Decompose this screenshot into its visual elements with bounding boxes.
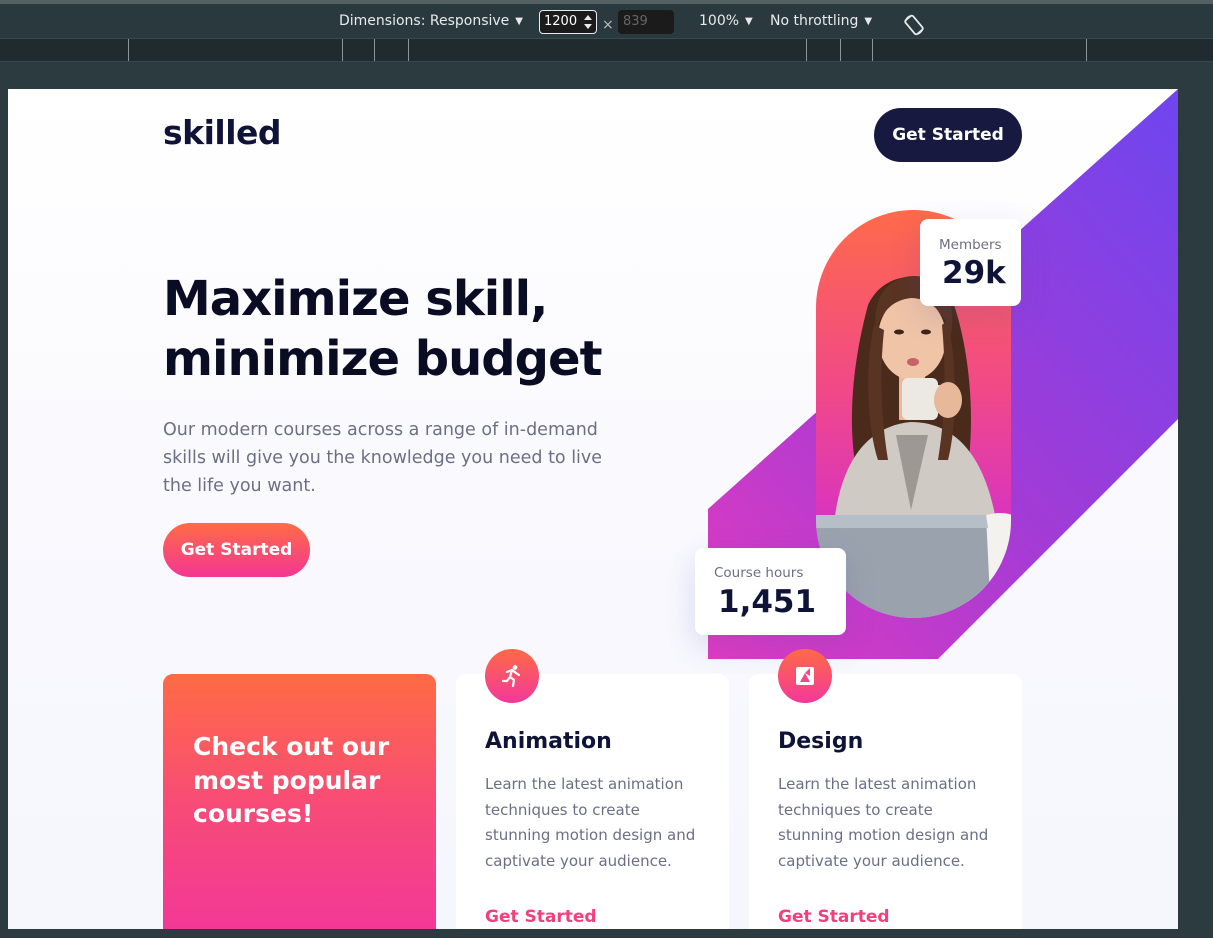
caret-down-icon: ▼ xyxy=(515,16,523,27)
hero-description: Our modern courses across a range of in-… xyxy=(163,420,603,496)
throttling-dropdown[interactable]: No throttling ▼ xyxy=(770,13,872,29)
zoom-dropdown[interactable]: 100% ▼ xyxy=(699,13,753,29)
members-label: Members xyxy=(939,237,1002,253)
caret-down-icon: ▼ xyxy=(864,16,873,27)
ruler-tick xyxy=(342,39,343,61)
members-value: 29k xyxy=(942,255,1006,291)
spinner-icon[interactable] xyxy=(582,13,594,31)
course-hours-stat-card: Course hours 1,451 xyxy=(695,548,846,635)
height-input[interactable]: 839 xyxy=(618,10,674,34)
caret-down-icon: ▼ xyxy=(745,16,753,27)
course-hours-value: 1,451 xyxy=(718,584,817,620)
course-title: Animation xyxy=(485,729,612,754)
popular-courses-card: Check out our most popular courses! xyxy=(163,674,436,929)
ruler-tick xyxy=(872,39,873,61)
course-get-started-link[interactable]: Get Started xyxy=(778,907,890,927)
device-toolbar: Dimensions: Responsive ▼ 1200 × 839 100% ▼… xyxy=(0,0,1213,43)
ruler-tick xyxy=(1086,39,1087,61)
dimension-separator: × xyxy=(602,17,614,33)
page-viewport: skilled Get Started Maximize skill, mini… xyxy=(8,89,1178,929)
site-logo[interactable]: skilled xyxy=(163,113,282,152)
members-stat-card: Members 29k xyxy=(920,219,1021,306)
design-icon xyxy=(778,649,832,703)
hero-title-line: minimize budget xyxy=(163,331,603,387)
zoom-label: 100% xyxy=(699,13,740,29)
course-description: Learn the latest animation techniques to… xyxy=(778,775,989,870)
course-hours-label: Course hours xyxy=(714,565,804,581)
rotate-icon[interactable] xyxy=(902,13,926,37)
hero-get-started-button[interactable]: Get Started xyxy=(163,523,310,577)
dimensions-dropdown[interactable]: Dimensions: Responsive ▼ xyxy=(339,13,523,29)
ruler-tick xyxy=(374,39,375,61)
dimensions-label: Dimensions: Responsive xyxy=(339,13,510,29)
course-description: Learn the latest animation techniques to… xyxy=(485,775,696,870)
throttling-label: No throttling xyxy=(770,13,859,29)
ruler-tick xyxy=(128,39,129,61)
ruler-tick xyxy=(408,39,409,61)
media-query-ruler[interactable] xyxy=(0,38,1213,62)
popular-courses-heading: Check out our most popular courses! xyxy=(193,732,390,828)
hero-title: Maximize skill, minimize budget xyxy=(163,269,633,389)
header-get-started-button[interactable]: Get Started xyxy=(874,108,1022,162)
width-value: 1200 xyxy=(544,14,578,29)
ruler-tick xyxy=(806,39,807,61)
hero-title-line: Maximize skill, xyxy=(163,271,548,327)
course-title: Design xyxy=(778,729,864,754)
height-placeholder: 839 xyxy=(623,14,648,29)
ruler-tick xyxy=(840,39,841,61)
running-person-icon xyxy=(485,649,539,703)
course-get-started-link[interactable]: Get Started xyxy=(485,907,597,927)
width-input[interactable]: 1200 xyxy=(539,10,597,34)
